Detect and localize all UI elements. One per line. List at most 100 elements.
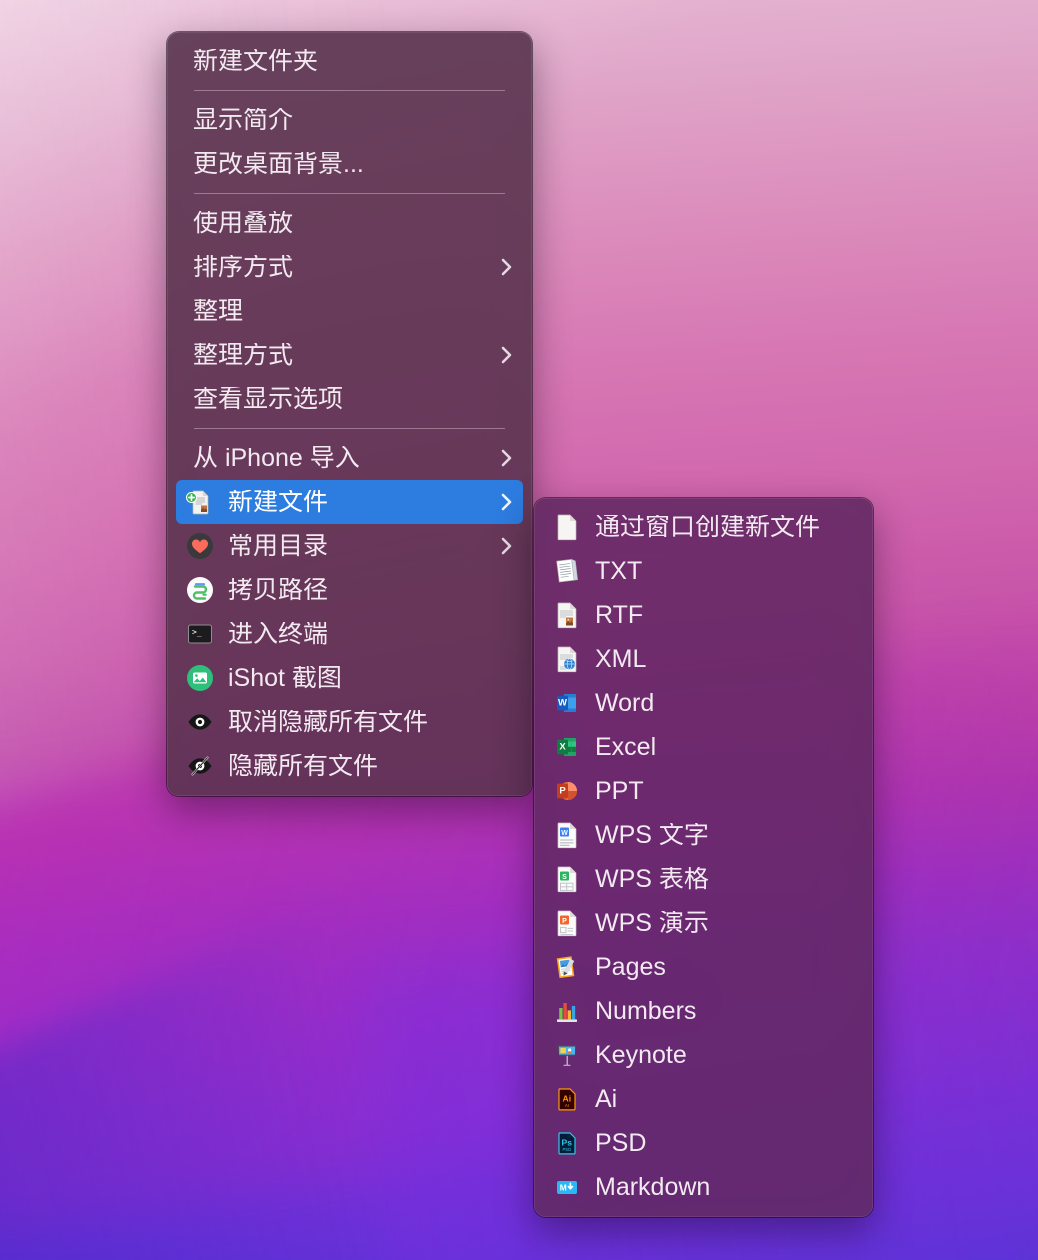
menu-item-label: iShot 截图 — [228, 665, 342, 691]
submenu-item-excel[interactable]: X Excel — [543, 725, 864, 769]
apple-pages-icon — [554, 953, 580, 981]
new-file-submenu[interactable]: 通过窗口创建新文件 TXT RTF XML W Word X Excel P P… — [534, 498, 873, 1217]
submenu-item-wps-presentation[interactable]: P WPS 演示 — [543, 901, 864, 945]
menu-item-unhide-all-files[interactable]: 取消隐藏所有文件 — [176, 700, 523, 744]
submenu-item-label: WPS 表格 — [595, 866, 709, 892]
svg-text:W: W — [558, 698, 567, 709]
menu-item-copy-path[interactable]: 拷贝路径 — [176, 568, 523, 612]
eye-hidden-icon — [186, 752, 214, 780]
submenu-item-label: Pages — [595, 954, 666, 980]
menu-item-favorite-directories[interactable]: 常用目录 — [176, 524, 523, 568]
adobe-photoshop-icon: Ps PSD — [554, 1129, 580, 1157]
menu-item-label: 常用目录 — [228, 533, 329, 559]
submenu-item-keynote[interactable]: Keynote — [543, 1033, 864, 1077]
submenu-item-numbers[interactable]: Numbers — [543, 989, 864, 1033]
wallpaper-indigo-wedge — [0, 890, 527, 1260]
submenu-item-wps-writer[interactable]: W WPS 文字 — [543, 813, 864, 857]
microsoft-powerpoint-icon: P — [554, 777, 580, 805]
microsoft-excel-icon: X — [554, 733, 580, 761]
submenu-item-label: XML — [595, 646, 647, 672]
submenu-item-wps-spreadsheet[interactable]: S WPS 表格 — [543, 857, 864, 901]
eye-visible-icon — [186, 708, 214, 736]
submenu-item-label: Markdown — [595, 1174, 711, 1200]
textedit-txt-icon — [554, 557, 580, 585]
submenu-item-xml[interactable]: XML — [543, 637, 864, 681]
blank-document-icon — [554, 513, 580, 541]
menu-item-change-desktop-background[interactable]: 更改桌面背景... — [176, 142, 523, 186]
submenu-item-create-via-window[interactable]: 通过窗口创建新文件 — [543, 505, 864, 549]
submenu-item-ppt[interactable]: P PPT — [543, 769, 864, 813]
submenu-item-label: TXT — [595, 558, 643, 584]
menu-item-show-info[interactable]: 显示简介 — [176, 98, 523, 142]
menu-item-label: 新建文件 — [228, 489, 329, 515]
desktop-context-menu[interactable]: 新建文件夹 显示简介 更改桌面背景... 使用叠放 排序方式 整理 整理方式 查… — [167, 32, 532, 796]
menu-item-import-from-iphone[interactable]: 从 iPhone 导入 — [176, 436, 523, 480]
terminal-icon: >_ — [186, 620, 214, 648]
menu-item-open-terminal[interactable]: >_ 进入终端 — [176, 612, 523, 656]
chevron-right-icon — [498, 345, 514, 365]
submenu-item-label: RTF — [595, 602, 644, 628]
menu-item-label: 使用叠放 — [193, 210, 294, 236]
svg-text:S: S — [562, 874, 567, 881]
submenu-item-label: Keynote — [595, 1042, 687, 1068]
submenu-item-label: WPS 演示 — [595, 910, 709, 936]
menu-item-use-stacks[interactable]: 使用叠放 — [176, 201, 523, 245]
new-file-document-icon — [186, 488, 214, 516]
submenu-item-word[interactable]: W Word — [543, 681, 864, 725]
menu-item-label: 显示简介 — [193, 107, 294, 133]
heart-icon — [186, 532, 214, 560]
submenu-item-ai[interactable]: Ai AI Ai — [543, 1077, 864, 1121]
svg-text:M: M — [560, 1183, 567, 1193]
menu-item-ishot-screenshot[interactable]: iShot 截图 — [176, 656, 523, 700]
menu-item-clean-up[interactable]: 整理 — [176, 289, 523, 333]
svg-text:P: P — [559, 786, 566, 797]
copy-path-icon — [186, 576, 214, 604]
menu-item-label: 拷贝路径 — [228, 577, 329, 603]
submenu-item-label: Excel — [595, 734, 657, 760]
svg-text:PSD: PSD — [562, 1147, 571, 1152]
menu-item-label: 排序方式 — [193, 254, 294, 280]
submenu-item-label: Word — [595, 690, 655, 716]
submenu-item-label: WPS 文字 — [595, 822, 709, 848]
menu-item-label: 从 iPhone 导入 — [193, 445, 360, 471]
chevron-right-icon — [498, 257, 514, 277]
svg-text:Ps: Ps — [562, 1137, 573, 1147]
submenu-item-psd[interactable]: Ps PSD PSD — [543, 1121, 864, 1165]
adobe-illustrator-icon: Ai AI — [554, 1085, 580, 1113]
submenu-item-label: Ai — [595, 1086, 618, 1112]
menu-item-clean-up-by[interactable]: 整理方式 — [176, 333, 523, 377]
svg-text:AI: AI — [565, 1103, 569, 1108]
markdown-icon: M — [554, 1173, 580, 1201]
menu-item-label: 查看显示选项 — [193, 386, 344, 412]
svg-text:W: W — [561, 830, 568, 837]
menu-item-label: 隐藏所有文件 — [228, 753, 379, 779]
wps-spreadsheet-icon: S — [554, 865, 580, 893]
menu-item-sort-by[interactable]: 排序方式 — [176, 245, 523, 289]
submenu-item-label: PSD — [595, 1130, 647, 1156]
submenu-item-label: Numbers — [595, 998, 697, 1024]
submenu-item-txt[interactable]: TXT — [543, 549, 864, 593]
menu-item-show-view-options[interactable]: 查看显示选项 — [176, 377, 523, 421]
svg-text:Ai: Ai — [563, 1093, 572, 1103]
apple-numbers-icon — [554, 997, 580, 1025]
menu-item-new-folder[interactable]: 新建文件夹 — [176, 39, 523, 83]
chevron-right-icon — [498, 492, 514, 512]
svg-text:>_: >_ — [192, 628, 202, 637]
submenu-item-label: PPT — [595, 778, 644, 804]
submenu-item-pages[interactable]: Pages — [543, 945, 864, 989]
submenu-item-rtf[interactable]: RTF — [543, 593, 864, 637]
submenu-item-markdown[interactable]: M Markdown — [543, 1165, 864, 1209]
menu-item-hide-all-files[interactable]: 隐藏所有文件 — [176, 744, 523, 788]
menu-separator — [194, 193, 505, 194]
svg-text:X: X — [559, 742, 566, 753]
menu-item-label: 取消隐藏所有文件 — [228, 709, 429, 735]
chevron-right-icon — [498, 536, 514, 556]
menu-item-label: 更改桌面背景... — [193, 151, 364, 177]
svg-text:P: P — [562, 918, 567, 925]
menu-item-new-file[interactable]: 新建文件 — [176, 480, 523, 524]
submenu-item-label: 通过窗口创建新文件 — [595, 514, 821, 540]
menu-separator — [194, 90, 505, 91]
menu-item-label: 整理 — [193, 298, 244, 324]
menu-separator — [194, 428, 505, 429]
xml-document-icon — [554, 645, 580, 673]
